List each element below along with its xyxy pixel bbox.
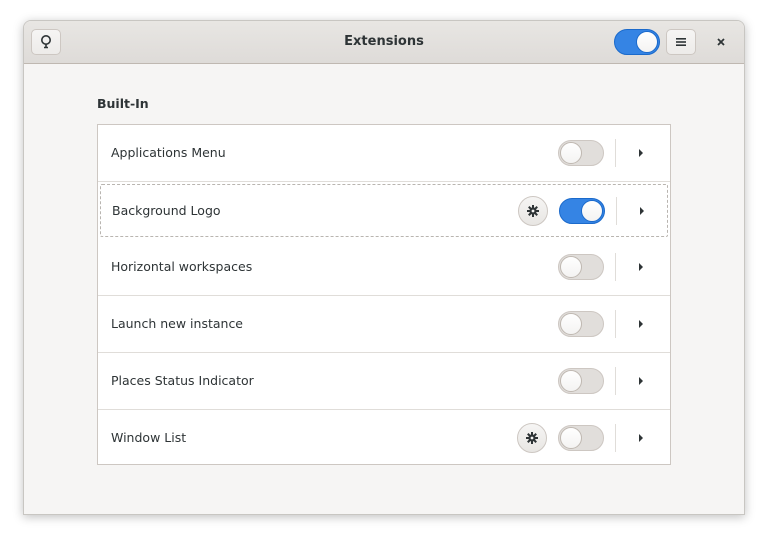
extension-toggle[interactable] <box>558 425 604 451</box>
expand-row-button[interactable] <box>630 427 652 449</box>
global-extensions-switch[interactable] <box>614 29 660 55</box>
extension-row-horizontal-workspaces[interactable]: Horizontal workspaces <box>98 239 670 296</box>
separator <box>615 424 616 452</box>
extension-row-applications-menu[interactable]: Applications Menu <box>98 125 670 182</box>
extensions-window: Extensions Built-In Applications Menu Ba… <box>23 20 745 515</box>
extension-name: Horizontal workspaces <box>111 259 253 274</box>
extension-row-window-list[interactable]: Window List <box>98 410 670 467</box>
extension-name: Launch new instance <box>111 316 244 331</box>
gear-icon <box>526 432 538 444</box>
expand-row-button[interactable] <box>630 313 652 335</box>
separator <box>615 367 616 395</box>
hamburger-menu-icon <box>676 38 686 46</box>
switch-knob <box>636 31 658 53</box>
pan-end-icon <box>639 263 643 271</box>
extension-toggle[interactable] <box>558 254 604 280</box>
switch-knob <box>560 256 582 278</box>
extension-toggle[interactable] <box>558 368 604 394</box>
extension-toggle[interactable] <box>558 140 604 166</box>
close-button[interactable] <box>708 29 734 55</box>
switch-knob <box>560 313 582 335</box>
pan-end-icon <box>639 377 643 385</box>
extension-toggle[interactable] <box>559 198 605 224</box>
section-title: Built-In <box>97 96 149 111</box>
extension-settings-button[interactable] <box>517 423 547 453</box>
separator <box>615 310 616 338</box>
separator <box>615 253 616 281</box>
close-icon <box>717 38 725 46</box>
extension-row-background-logo[interactable]: Background Logo <box>100 184 668 237</box>
extension-settings-button[interactable] <box>518 196 548 226</box>
switch-knob <box>560 142 582 164</box>
main-menu-button[interactable] <box>666 29 696 55</box>
expand-row-button[interactable] <box>630 256 652 278</box>
switch-knob <box>581 200 603 222</box>
pan-end-icon <box>639 149 643 157</box>
pan-end-icon <box>639 434 643 442</box>
expand-row-button[interactable] <box>630 142 652 164</box>
expand-row-button[interactable] <box>630 370 652 392</box>
extension-name: Background Logo <box>112 203 221 218</box>
switch-knob <box>560 427 582 449</box>
switch-knob <box>560 370 582 392</box>
expand-row-button[interactable] <box>631 200 653 222</box>
extension-name: Applications Menu <box>111 145 226 160</box>
extension-toggle[interactable] <box>558 311 604 337</box>
separator <box>615 139 616 167</box>
extension-row-places-status-indicator[interactable]: Places Status Indicator <box>98 353 670 410</box>
pan-end-icon <box>639 320 643 328</box>
extension-row-launch-new-instance[interactable]: Launch new instance <box>98 296 670 353</box>
extension-name: Places Status Indicator <box>111 373 254 388</box>
header-bar: Extensions <box>24 21 744 64</box>
extension-name: Window List <box>111 430 187 445</box>
extensions-list: Applications Menu Background Logo Horizo… <box>97 124 671 465</box>
pan-end-icon <box>640 207 644 215</box>
gear-icon <box>527 205 539 217</box>
separator <box>616 197 617 225</box>
